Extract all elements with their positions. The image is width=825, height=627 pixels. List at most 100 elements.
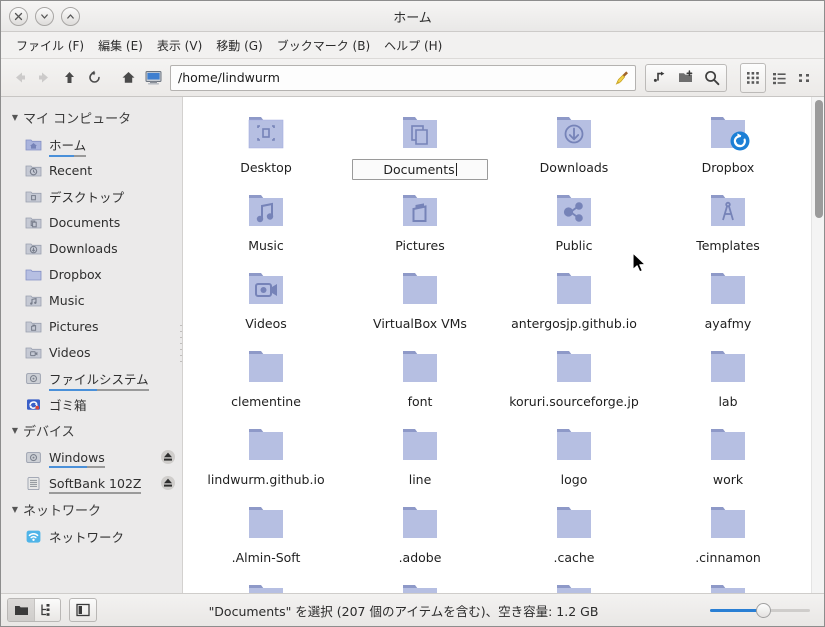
file-item[interactable]: ayafmy (651, 263, 805, 341)
tree-button[interactable] (34, 599, 60, 621)
folder-music-icon (242, 189, 290, 233)
icon-grid: Desktop Documents Downloads Dropbox Musi… (183, 97, 811, 593)
sidebar-item-label: ネットワーク (49, 529, 125, 545)
menu-bookmarks[interactable]: ブックマーク (B) (270, 34, 377, 57)
menu-edit[interactable]: 編集 (E) (91, 34, 150, 57)
maximize-icon[interactable] (61, 6, 80, 26)
view-compact-button[interactable] (792, 63, 818, 93)
menu-view[interactable]: 表示 (V) (150, 34, 209, 57)
eject-icon[interactable] (160, 475, 176, 491)
file-item[interactable] (343, 575, 497, 593)
file-view[interactable]: Desktop Documents Downloads Dropbox Musi… (183, 97, 824, 593)
menu-help[interactable]: ヘルプ (H) (377, 34, 449, 57)
sidebar-item-windows[interactable]: Windows (1, 444, 182, 470)
file-item[interactable]: font (343, 341, 497, 419)
sidebar-item-label: Videos (49, 344, 91, 360)
sidebar-item-trash[interactable]: ゴミ箱 (1, 391, 182, 417)
folder-plain-icon (242, 579, 290, 593)
sidebar-group-my-computer[interactable]: ▼ マイ コンピュータ (1, 104, 182, 131)
file-item[interactable]: Templates (651, 185, 805, 263)
file-item[interactable]: logo (497, 419, 651, 497)
sidebar-item-home[interactable]: ホーム (1, 131, 182, 157)
forward-icon[interactable] (32, 65, 56, 91)
view-list-button[interactable] (766, 63, 792, 93)
menu-file[interactable]: ファイル (F) (9, 34, 91, 57)
folder-plain-icon (550, 579, 598, 593)
file-name-edit[interactable]: Documents (352, 159, 488, 180)
zoom-slider[interactable] (710, 600, 810, 620)
file-item[interactable] (651, 575, 805, 593)
toggle-sidebar-button[interactable] (69, 598, 97, 622)
file-item[interactable]: line (343, 419, 497, 497)
file-name: ayafmy (704, 316, 752, 331)
vertical-scrollbar[interactable] (811, 97, 824, 593)
file-name: Pictures (395, 238, 445, 253)
file-item[interactable]: Videos (189, 263, 343, 341)
file-item[interactable] (497, 575, 651, 593)
file-item[interactable]: work (651, 419, 805, 497)
folder-public-share-icon (550, 189, 598, 233)
file-name: Public (555, 238, 593, 253)
file-item[interactable]: Public (497, 185, 651, 263)
sidebar-item-label: Windows (49, 449, 105, 465)
sidebar-item-network[interactable]: ネットワーク (1, 523, 182, 549)
sidebar-item-pictures[interactable]: Pictures (1, 313, 182, 339)
sidebar-group-label: マイ コンピュータ (23, 112, 132, 127)
clear-broom-icon[interactable] (613, 69, 631, 87)
file-item[interactable]: .Almin-Soft (189, 497, 343, 575)
folder-plain-icon (550, 267, 598, 311)
menu-bar: ファイル (F) 編集 (E) 表示 (V) 移動 (G) ブックマーク (B)… (1, 32, 824, 59)
file-item[interactable]: .cinnamon (651, 497, 805, 575)
sidebar-item-music[interactable]: Music (1, 287, 182, 313)
up-icon[interactable] (57, 65, 81, 91)
status-bar: "Documents" を選択 (207 個のアイテムを含む)、空き容量: 1.… (1, 593, 824, 626)
sidebar-item-softbank-102z[interactable]: SoftBank 102Z (1, 470, 182, 496)
eject-icon[interactable] (160, 449, 176, 465)
folder-pictures-icon (396, 189, 444, 233)
file-item[interactable]: Downloads (497, 107, 651, 185)
sidebar-group-devices[interactable]: ▼ デバイス (1, 417, 182, 444)
folder-documents-icon (25, 214, 42, 231)
sidebar-item-downloads[interactable]: Downloads (1, 235, 182, 261)
file-item[interactable]: VirtualBox VMs (343, 263, 497, 341)
sidebar-group-label: ネットワーク (23, 504, 102, 519)
reload-icon[interactable] (82, 65, 106, 91)
sidebar-item-videos[interactable]: Videos (1, 339, 182, 365)
slider-handle[interactable] (755, 603, 771, 618)
file-item[interactable]: .cache (497, 497, 651, 575)
sidebar-item-recent[interactable]: Recent (1, 157, 182, 183)
home-icon[interactable] (116, 65, 140, 91)
computer-icon[interactable] (141, 65, 165, 91)
file-item[interactable] (189, 575, 343, 593)
close-icon[interactable] (9, 6, 28, 26)
minimize-icon[interactable] (35, 6, 54, 26)
folder-recent-icon (25, 162, 42, 179)
back-icon[interactable] (7, 65, 31, 91)
sidebar-item-desktop[interactable]: デスクトップ (1, 183, 182, 209)
location-bar[interactable]: /home/lindwurm (170, 64, 636, 91)
file-item[interactable]: Music (189, 185, 343, 263)
menu-go[interactable]: 移動 (G) (209, 34, 269, 57)
file-item[interactable]: clementine (189, 341, 343, 419)
file-item[interactable]: Pictures (343, 185, 497, 263)
view-icons-button[interactable] (740, 62, 766, 93)
scrollbar-thumb[interactable] (815, 100, 823, 218)
sidebar-group-network[interactable]: ▼ ネットワーク (1, 496, 182, 523)
open-terminal-icon[interactable] (647, 65, 673, 91)
file-item[interactable]: .adobe (343, 497, 497, 575)
file-item[interactable]: Dropbox (651, 107, 805, 185)
file-name: line (408, 472, 432, 487)
sidebar-item-filesystem[interactable]: ファイルシステム (1, 365, 182, 391)
file-item[interactable]: Desktop (189, 107, 343, 185)
places-button[interactable] (8, 599, 34, 621)
file-item[interactable]: lindwurm.github.io (189, 419, 343, 497)
folder-pictures-icon (25, 318, 42, 335)
file-item[interactable]: koruri.sourceforge.jp (497, 341, 651, 419)
sidebar-item-documents[interactable]: Documents (1, 209, 182, 235)
file-item[interactable]: antergosjp.github.io (497, 263, 651, 341)
search-icon[interactable] (699, 65, 725, 91)
file-item[interactable]: lab (651, 341, 805, 419)
new-folder-icon[interactable] (673, 65, 699, 91)
file-item[interactable]: Documents (343, 107, 497, 185)
sidebar-item-dropbox[interactable]: Dropbox (1, 261, 182, 287)
